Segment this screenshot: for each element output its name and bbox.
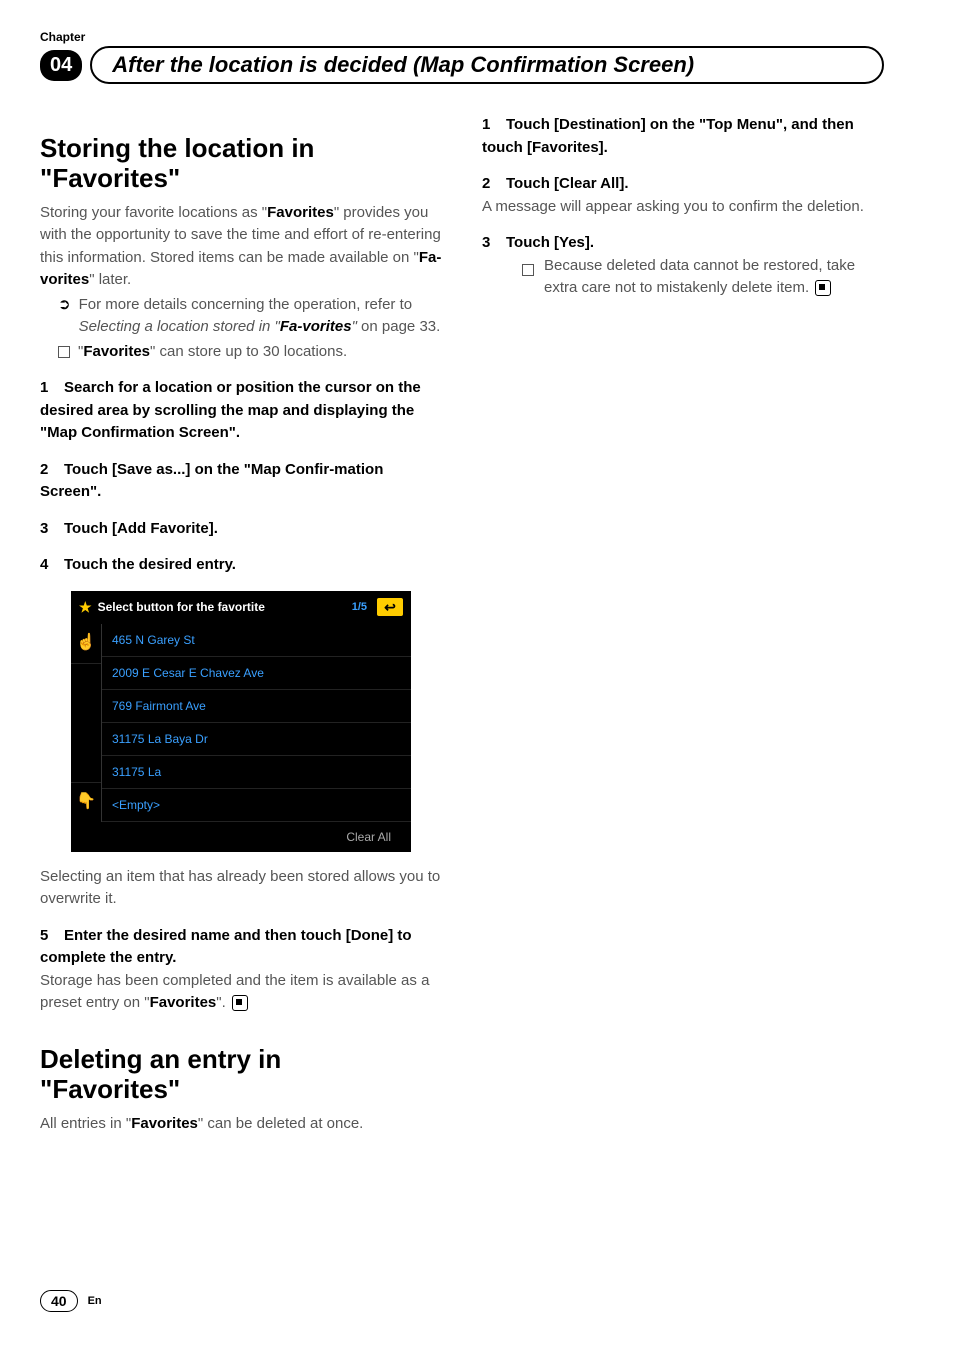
scroll-track[interactable]: [71, 663, 101, 783]
t: " later.: [89, 271, 131, 288]
step-text: Touch [Clear All].: [506, 175, 629, 192]
header-title-wrap: After the location is decided (Map Confi…: [90, 46, 884, 84]
chapter-label: Chapter: [40, 30, 884, 44]
t: Favorites: [267, 204, 334, 221]
t: Storing your favorite locations as ": [40, 204, 267, 221]
step-5: 5Enter the desired name and then touch […: [40, 925, 442, 970]
list-item[interactable]: 31175 La: [102, 756, 411, 789]
section-deleting-title: Deleting an entry in "Favorites": [40, 1045, 442, 1105]
favorites-list: 465 N Garey St 2009 E Cesar E Chavez Ave…: [102, 624, 411, 822]
section-storing-title: Storing the location in "Favorites": [40, 134, 442, 194]
step-text: Touch [Destination] on the "Top Menu", a…: [482, 116, 854, 156]
page-header: 04 After the location is decided (Map Co…: [40, 46, 884, 84]
list-item[interactable]: 2009 E Cesar E Chavez Ave: [102, 657, 411, 690]
step-5-body: Storage has been completed and the item …: [40, 970, 442, 1015]
r-step-3: 3Touch [Yes].: [482, 232, 884, 255]
substep-text: Because deleted data cannot be restored,…: [544, 255, 884, 300]
end-of-section-icon: [815, 280, 831, 296]
section-storing-title-a: Storing the location in: [40, 133, 314, 163]
step-1: 1Search for a location or position the c…: [40, 377, 442, 445]
r-step-2: 2Touch [Clear All].: [482, 173, 884, 196]
step-3: 3Touch [Add Favorite].: [40, 518, 442, 541]
deleting-intro: All entries in "Favorites" can be delete…: [40, 1113, 442, 1136]
overwrite-note: Selecting an item that has already been …: [40, 866, 442, 911]
favorites-list-screenshot: ★ Select button for the favortite 1/5 ↩ …: [71, 591, 411, 852]
step-text: Search for a location or position the cu…: [40, 379, 421, 441]
chapter-number-badge: 04: [40, 50, 82, 81]
t: ".: [216, 994, 226, 1011]
step-text: Touch the desired entry.: [64, 556, 236, 573]
scrollbar[interactable]: ☝ 👇: [71, 624, 102, 822]
step-text: Touch [Add Favorite].: [64, 520, 218, 537]
bullet-more-details: ➲ For more details concerning the operat…: [58, 294, 442, 339]
t: " can be deleted at once.: [198, 1115, 363, 1132]
section-deleting-title-b: "Favorites": [40, 1074, 180, 1104]
ss-title: Select button for the favortite: [98, 598, 352, 616]
section-storing-title-b: "Favorites": [40, 163, 180, 193]
scroll-up-icon[interactable]: ☝: [71, 624, 101, 663]
list-item[interactable]: 769 Fairmont Ave: [102, 690, 411, 723]
list-item[interactable]: <Empty>: [102, 789, 411, 822]
t: on page 33.: [357, 318, 440, 335]
list-item[interactable]: 465 N Garey St: [102, 624, 411, 657]
ss-page-indicator: 1/5: [352, 599, 367, 616]
list-item[interactable]: 31175 La Baya Dr: [102, 723, 411, 756]
ss-header: ★ Select button for the favortite 1/5 ↩: [71, 591, 411, 624]
section-deleting-title-a: Deleting an entry in: [40, 1044, 281, 1074]
language-label: En: [88, 1295, 102, 1307]
note-icon: [58, 341, 70, 364]
scroll-down-icon[interactable]: 👇: [71, 783, 101, 822]
r-step-1: 1Touch [Destination] on the "Top Menu", …: [482, 114, 884, 159]
page-footer: 40 En: [40, 1290, 102, 1312]
page-title: After the location is decided (Map Confi…: [112, 52, 694, 77]
t: Favorites: [150, 994, 217, 1011]
step-text: Touch [Yes].: [506, 234, 594, 251]
back-button[interactable]: ↩: [377, 598, 403, 616]
bullet-text: "Favorites" can store up to 30 locations…: [78, 341, 347, 364]
t: Favorites: [83, 343, 150, 360]
left-column: Storing the location in "Favorites" Stor…: [40, 114, 442, 1135]
step-4: 4Touch the desired entry.: [40, 554, 442, 577]
end-of-section-icon: [232, 995, 248, 1011]
t: " can store up to 30 locations.: [150, 343, 347, 360]
page-number: 40: [40, 1290, 78, 1312]
storing-intro: Storing your favorite locations as "Favo…: [40, 202, 442, 292]
step-2: 2Touch [Save as...] on the "Map Confir-m…: [40, 459, 442, 504]
clear-all-button[interactable]: Clear All: [346, 828, 391, 846]
step-text: Enter the desired name and then touch [D…: [40, 927, 412, 967]
r-step-3-sub: Because deleted data cannot be restored,…: [522, 255, 884, 300]
t: Because deleted data cannot be restored,…: [544, 257, 855, 297]
right-column: 1Touch [Destination] on the "Top Menu", …: [482, 114, 884, 1135]
t: For more details concerning the operatio…: [79, 296, 413, 313]
step-text: Touch [Save as...] on the "Map Confir-ma…: [40, 461, 383, 501]
bullet-capacity: "Favorites" can store up to 30 locations…: [58, 341, 442, 364]
t: All entries in ": [40, 1115, 131, 1132]
t: Favorites: [131, 1115, 198, 1132]
note-icon: [522, 259, 534, 282]
bullet-text: For more details concerning the operatio…: [79, 294, 442, 339]
r-step-2-body: A message will appear asking you to conf…: [482, 196, 884, 219]
t: Fa-vorites: [280, 318, 352, 335]
t: Selecting a location stored in ": [79, 318, 280, 335]
star-icon: ★: [79, 597, 92, 618]
arrow-icon: ➲: [58, 294, 71, 317]
